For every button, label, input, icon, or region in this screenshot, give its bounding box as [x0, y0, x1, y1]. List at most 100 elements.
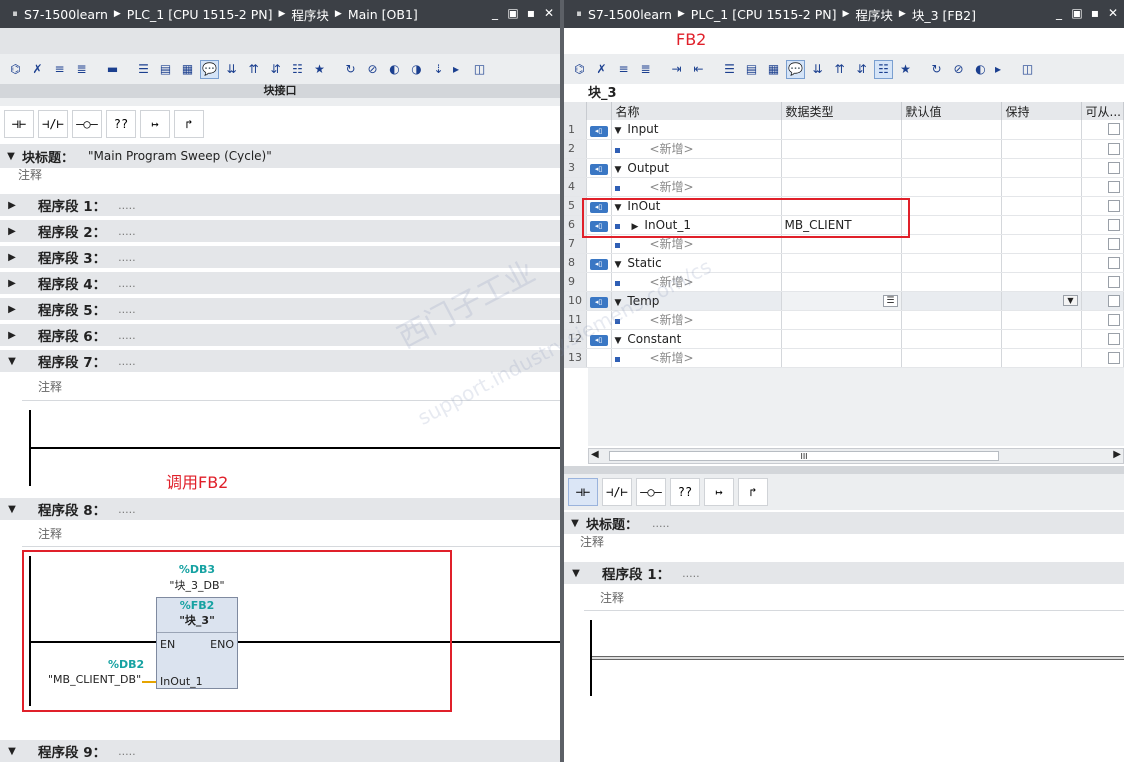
default-cell[interactable]	[901, 120, 1002, 140]
col-accessible[interactable]: 可从...	[1081, 102, 1124, 120]
col-default[interactable]: 默认值	[901, 102, 1002, 120]
ladder-coil-button[interactable]: –○–	[72, 110, 102, 138]
accessible-checkbox[interactable]	[1108, 313, 1120, 326]
collapse-arrow-icon[interactable]: ▼	[564, 568, 588, 579]
accessible-cell[interactable]	[1081, 177, 1124, 197]
accessible-cell[interactable]	[1081, 253, 1124, 273]
table-row[interactable]: 11 <新增>	[564, 310, 1124, 330]
network-1-header[interactable]: ▶ 程序段 1：.....	[0, 194, 560, 216]
add-row-icon[interactable]: ≣	[72, 60, 91, 79]
minimize-icon[interactable]: _	[488, 4, 502, 22]
delete-network-icon[interactable]: ✗	[28, 60, 47, 79]
collapse-arrow-icon[interactable]: ▼	[615, 260, 622, 270]
default-cell[interactable]	[901, 291, 1002, 311]
network-9-header[interactable]: ▼ 程序段 9：.....	[0, 740, 560, 762]
row-number[interactable]: 12	[564, 329, 587, 349]
tag-info-icon[interactable]: ☷	[874, 59, 893, 79]
scroll-right-icon[interactable]: ▶	[1113, 449, 1121, 460]
crumb-block[interactable]: 块_3 [FB2]	[912, 5, 976, 24]
ladder-open-branch-button[interactable]: ↦	[140, 110, 170, 138]
accessible-cell[interactable]	[1081, 329, 1124, 349]
collapse-arrow-icon[interactable]: ▼	[0, 356, 24, 367]
row-number[interactable]: 4	[564, 177, 587, 197]
network-expand-icon[interactable]: ⇊	[808, 60, 827, 79]
datatype-cell[interactable]	[781, 120, 902, 140]
block-title-value[interactable]: .....	[652, 517, 669, 530]
network-collapse-icon[interactable]: ⇈	[244, 60, 263, 79]
row-number[interactable]: 13	[564, 348, 587, 368]
insert-row-icon[interactable]: ≡	[614, 60, 633, 79]
retain-cell[interactable]	[1001, 177, 1082, 197]
accessible-checkbox[interactable]	[1108, 142, 1120, 155]
accessible-checkbox[interactable]	[1108, 180, 1120, 193]
col-name[interactable]: 名称	[611, 102, 782, 120]
network-title[interactable]: .....	[118, 503, 135, 516]
panel-toggle-icon[interactable]: ◫	[470, 60, 489, 79]
accessible-cell[interactable]	[1081, 158, 1124, 178]
add-row-icon[interactable]: ≣	[636, 60, 655, 79]
splitter[interactable]	[564, 466, 1124, 474]
insert-network-icon[interactable]: ⌬	[570, 60, 589, 79]
collapse-arrow-icon[interactable]: ▼	[615, 165, 622, 175]
operand-display-icon[interactable]: ⇵	[852, 60, 871, 79]
row-number[interactable]: 11	[564, 310, 587, 330]
table-row[interactable]: 9 <新增>	[564, 272, 1124, 292]
retain-cell[interactable]	[1001, 120, 1082, 140]
default-cell[interactable]	[901, 139, 1002, 159]
network-2-header[interactable]: ▶ 程序段 2：.....	[0, 220, 560, 242]
name-cell[interactable]: ▼ Input	[611, 120, 782, 140]
expand-arrow-icon[interactable]: ▶	[0, 226, 24, 237]
horizontal-scrollbar[interactable]: ◀ III ▶	[588, 448, 1124, 464]
col-datatype[interactable]: 数据类型	[781, 102, 902, 120]
network-8-comment[interactable]: 注释	[38, 525, 62, 542]
retain-cell[interactable]	[1001, 253, 1082, 273]
name-cell[interactable]: <新增>	[611, 310, 782, 330]
export-icon[interactable]: ⇤	[689, 60, 708, 79]
float-icon[interactable]: ▪	[524, 4, 538, 22]
row-number[interactable]: 2	[564, 139, 587, 159]
abs-operand-icon[interactable]: ▤	[742, 60, 761, 79]
expand-arrow-icon[interactable]: ▶	[0, 304, 24, 315]
collapse-arrow-icon[interactable]: ▼	[0, 504, 24, 515]
accessible-cell[interactable]	[1081, 272, 1124, 292]
pin-icon[interactable]: ⏸	[6, 7, 24, 21]
table-row[interactable]: 1 ◂▯ ▼ Input	[564, 120, 1124, 140]
list-icon[interactable]: ☰	[134, 60, 153, 79]
error-goto-icon[interactable]: ⊘	[363, 60, 382, 79]
block-comment[interactable]: 注释	[580, 533, 604, 550]
retain-cell[interactable]	[1001, 272, 1082, 292]
network-1-comment[interactable]: 注释	[600, 589, 624, 606]
col-retain[interactable]: 保持	[1001, 102, 1082, 120]
tag-info-icon[interactable]: ☷	[288, 60, 307, 79]
expand-arrow-icon[interactable]: ▶	[0, 252, 24, 263]
accessible-checkbox[interactable]	[1108, 237, 1120, 250]
comment-toggle-icon[interactable]: 💬	[786, 59, 805, 79]
collapse-arrow-icon[interactable]: ▼	[615, 126, 622, 136]
insert-row-icon[interactable]: ≡	[50, 60, 69, 79]
crumb-folder[interactable]: 程序块	[291, 5, 329, 24]
ladder-coil-button[interactable]: –○–	[636, 478, 666, 506]
scroll-thumb[interactable]: III	[609, 451, 999, 461]
expand-arrow-icon[interactable]: ▶	[0, 330, 24, 341]
close-icon[interactable]: ✕	[1106, 4, 1120, 22]
clear-icon[interactable]: ▬	[103, 60, 122, 79]
table-row[interactable]: 13 <新增>	[564, 348, 1124, 368]
datatype-cell[interactable]	[781, 253, 902, 273]
datatype-cell[interactable]	[781, 310, 902, 330]
accessible-cell[interactable]	[1081, 310, 1124, 330]
name-cell[interactable]: <新增>	[611, 348, 782, 368]
accessible-checkbox[interactable]	[1108, 332, 1120, 345]
favorites-icon[interactable]: ▦	[178, 60, 197, 79]
default-cell[interactable]	[901, 348, 1002, 368]
float-icon[interactable]: ▪	[1088, 4, 1102, 22]
rung-line[interactable]	[592, 656, 1124, 660]
default-cell[interactable]	[901, 310, 1002, 330]
expand-arrow-icon[interactable]: ▶	[0, 278, 24, 289]
network-8-header[interactable]: ▼ 程序段 8：.....	[0, 498, 560, 520]
favorites-icon[interactable]: ▦	[764, 60, 783, 79]
table-row[interactable]: 3 ◂▯ ▼ Output	[564, 158, 1124, 178]
network-title[interactable]: .....	[682, 567, 699, 580]
download-icon[interactable]: ⇣	[429, 60, 448, 79]
accessible-checkbox[interactable]	[1108, 256, 1120, 269]
network-title[interactable]: .....	[118, 303, 135, 316]
